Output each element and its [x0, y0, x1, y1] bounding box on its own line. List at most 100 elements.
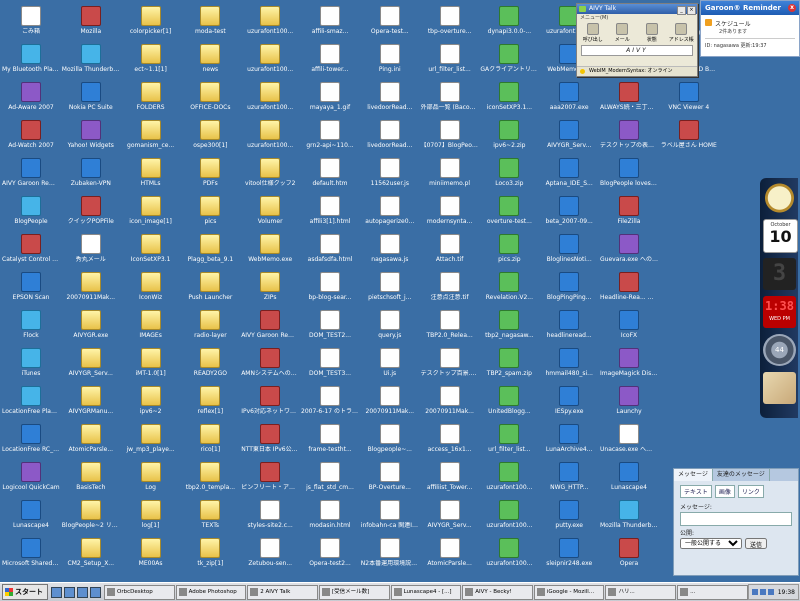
desktop-icon[interactable]: TBP2.0_Relea...: [421, 310, 479, 339]
quick-launch-icon[interactable]: [64, 586, 75, 598]
desktop-icon[interactable]: bp-blog-sear...: [301, 272, 359, 301]
start-button[interactable]: スタート: [2, 584, 48, 600]
desktop-icon[interactable]: ImageMagick Display: [600, 348, 658, 377]
desktop-icon[interactable]: 20070911Mak...: [62, 272, 120, 301]
desktop-icon[interactable]: vitool仕様クッフ2: [241, 158, 299, 187]
desktop-icon[interactable]: AIVYGRManu...: [62, 386, 120, 415]
desktop-icon[interactable]: Guevara.exe へのショートカット: [600, 234, 658, 263]
desktop-icon[interactable]: Flock: [2, 310, 60, 339]
desktop-icon[interactable]: Unacase.exe へのショートカット: [600, 424, 658, 453]
clock-gadget[interactable]: [763, 182, 796, 214]
desktop-icon[interactable]: overture-test...: [480, 196, 538, 225]
desktop-icon[interactable]: Nokia PC Suite: [62, 82, 120, 111]
desktop-icon[interactable]: uzurafont100...: [241, 6, 299, 35]
desktop-icon[interactable]: Zubaken-VPN: [62, 158, 120, 187]
desktop-icon[interactable]: ospe300[1]: [181, 120, 239, 149]
address-book-button[interactable]: アドレス帳: [668, 23, 696, 43]
desktop-icon[interactable]: ごみ箱: [2, 6, 60, 35]
desktop-icon[interactable]: livedoorRead...: [361, 82, 419, 111]
desktop-icon[interactable]: LunaArchive4...: [540, 424, 598, 453]
desktop-icon[interactable]: iconSetXP3.1...: [480, 82, 538, 111]
desktop-icon[interactable]: OFFICE-DOCs: [181, 82, 239, 111]
desktop-icon[interactable]: log[1]: [122, 500, 180, 529]
message-panel[interactable]: メッセージ 友達のメッセージ テキスト 画像 リンク メッセージ: 公開: 一般…: [673, 468, 799, 576]
task-button[interactable]: ハリ...: [605, 584, 677, 600]
desktop-icon[interactable]: tbp2_nagasaw...: [480, 310, 538, 339]
desktop-icon[interactable]: Headline-Rea... の表示行: [600, 272, 658, 301]
desktop-icon[interactable]: Yahoo! Widgets: [62, 120, 120, 149]
desktop-icon[interactable]: Revelation.V2...: [480, 272, 538, 301]
desktop-icon[interactable]: affiliist_Tower...: [421, 462, 479, 491]
desktop-icon[interactable]: 20070911Mak...: [361, 386, 419, 415]
desktop-icon[interactable]: Microsoft SharedView: [2, 538, 60, 567]
desktop-icon[interactable]: デスクトップ百景.txt: [421, 348, 479, 377]
desktop-icon[interactable]: Loco3.zip: [480, 158, 538, 187]
task-button[interactable]: [受信メール数]: [318, 584, 390, 600]
aivy-talk-window[interactable]: AIVY Talk _ × メニュー(M) 呼び出し メール 状態 アドレス帳 A…: [576, 3, 698, 77]
desktop-icon[interactable]: UnitedBlogg...: [480, 386, 538, 415]
desktop-icon[interactable]: My Bluetooth Places: [2, 44, 60, 73]
tray-icon[interactable]: [767, 589, 774, 595]
desktop-icon[interactable]: Lunascape4: [600, 462, 658, 491]
quick-launch-icon[interactable]: [90, 586, 101, 598]
desktop-icon[interactable]: Push Launcher: [181, 272, 239, 301]
desktop-icon[interactable]: ect~1.1[1]: [122, 44, 180, 73]
desktop-icon[interactable]: reflex[1]: [181, 386, 239, 415]
desktop-icon[interactable]: tk_zip[1]: [181, 538, 239, 567]
desktop-icon[interactable]: GAクライアントリ現在情報取...: [480, 44, 538, 73]
desktop-icon[interactable]: AtomicParsle...: [62, 424, 120, 453]
desktop-icon[interactable]: pics: [181, 196, 239, 225]
desktop-icon[interactable]: 【0707】BlogPeople...: [421, 120, 479, 149]
desktop-icon[interactable]: Volumer: [241, 196, 299, 225]
desktop-icon[interactable]: HTMLs: [122, 158, 180, 187]
message-input[interactable]: [680, 512, 792, 526]
desktop-icon[interactable]: tbp2.0_templa...: [181, 462, 239, 491]
desktop-icon[interactable]: Ad-Aware 2007: [2, 82, 60, 111]
desktop-icon[interactable]: ipv6~2.zip: [480, 120, 538, 149]
desktop-icon[interactable]: hmmail480_si...: [540, 348, 598, 377]
desktop-icon[interactable]: url_filter_list...: [421, 44, 479, 73]
desktop-icon[interactable]: DOM_TEST2...: [301, 310, 359, 339]
garoon-reminder[interactable]: Garoon® Reminder x スケジュール 2件あります ID: nag…: [700, 0, 800, 57]
desktop-icon[interactable]: Attach.tif: [421, 234, 479, 263]
desktop-icon[interactable]: BlogPeople: [2, 196, 60, 225]
desktop-icon[interactable]: VNC Viewer 4: [660, 82, 718, 111]
desktop-icon[interactable]: Logicool QuickCam: [2, 462, 60, 491]
tab-friends-message[interactable]: 友達のメッセージ: [713, 469, 770, 481]
desktop-icon[interactable]: gomanism_ce...: [122, 120, 180, 149]
desktop-icon[interactable]: aaa2007.exe: [540, 82, 598, 111]
desktop-icon[interactable]: 秀丸メール: [62, 234, 120, 263]
desktop-icon[interactable]: affili-tower...: [301, 44, 359, 73]
desktop-icon[interactable]: pietschsoft_j...: [361, 272, 419, 301]
map-gadget[interactable]: [763, 372, 796, 404]
desktop-icon[interactable]: tbp-overture...: [421, 6, 479, 35]
desktop-icon[interactable]: Catalyst Control Center: [2, 234, 60, 263]
desktop-icon[interactable]: BlogPeople loves Music~...: [600, 158, 658, 187]
task-button[interactable]: iGoogle - Mozill...: [533, 584, 605, 600]
desktop-icon[interactable]: ipv6~2: [122, 386, 180, 415]
desktop-icon[interactable]: dynapi3.0.0-...: [480, 6, 538, 35]
desktop-icon[interactable]: Ui.js: [361, 348, 419, 377]
desktop-icon[interactable]: FileZilla: [600, 196, 658, 225]
desktop-icon[interactable]: TBP2_spam.zip: [480, 348, 538, 377]
desktop-icon[interactable]: ME00As: [122, 538, 180, 567]
desktop-icon[interactable]: CM2_Setup_X...: [62, 538, 120, 567]
link-button[interactable]: リンク: [737, 485, 764, 498]
desktop-icon[interactable]: Zetubou-sen...: [241, 538, 299, 567]
desktop-icon[interactable]: DOM_TEST3...: [301, 348, 359, 377]
desktop-icon[interactable]: Mozilla Thunderbird: [62, 44, 120, 73]
desktop-icon[interactable]: livedoorRead...: [361, 120, 419, 149]
close-button[interactable]: ×: [687, 6, 696, 15]
desktop-icon[interactable]: radio-layer: [181, 310, 239, 339]
desktop-icon[interactable]: AIVY Garoon Reminder: [2, 158, 60, 187]
desktop-icon[interactable]: icon_image[1]: [122, 196, 180, 225]
quick-launch-icon[interactable]: [77, 586, 88, 598]
taskbar-clock[interactable]: 19:38: [776, 589, 795, 596]
desktop-icon[interactable]: rico[1]: [181, 424, 239, 453]
desktop-icon[interactable]: miniimemo.pl: [421, 158, 479, 187]
desktop-icon[interactable]: BloglinesNoti...: [540, 234, 598, 263]
schedule-link[interactable]: スケジュール: [701, 15, 799, 28]
desktop-icon[interactable]: affili3[1].html: [301, 196, 359, 225]
desktop-icon[interactable]: Opera-test...: [361, 6, 419, 35]
desktop-icon[interactable]: putty.exe: [540, 500, 598, 529]
